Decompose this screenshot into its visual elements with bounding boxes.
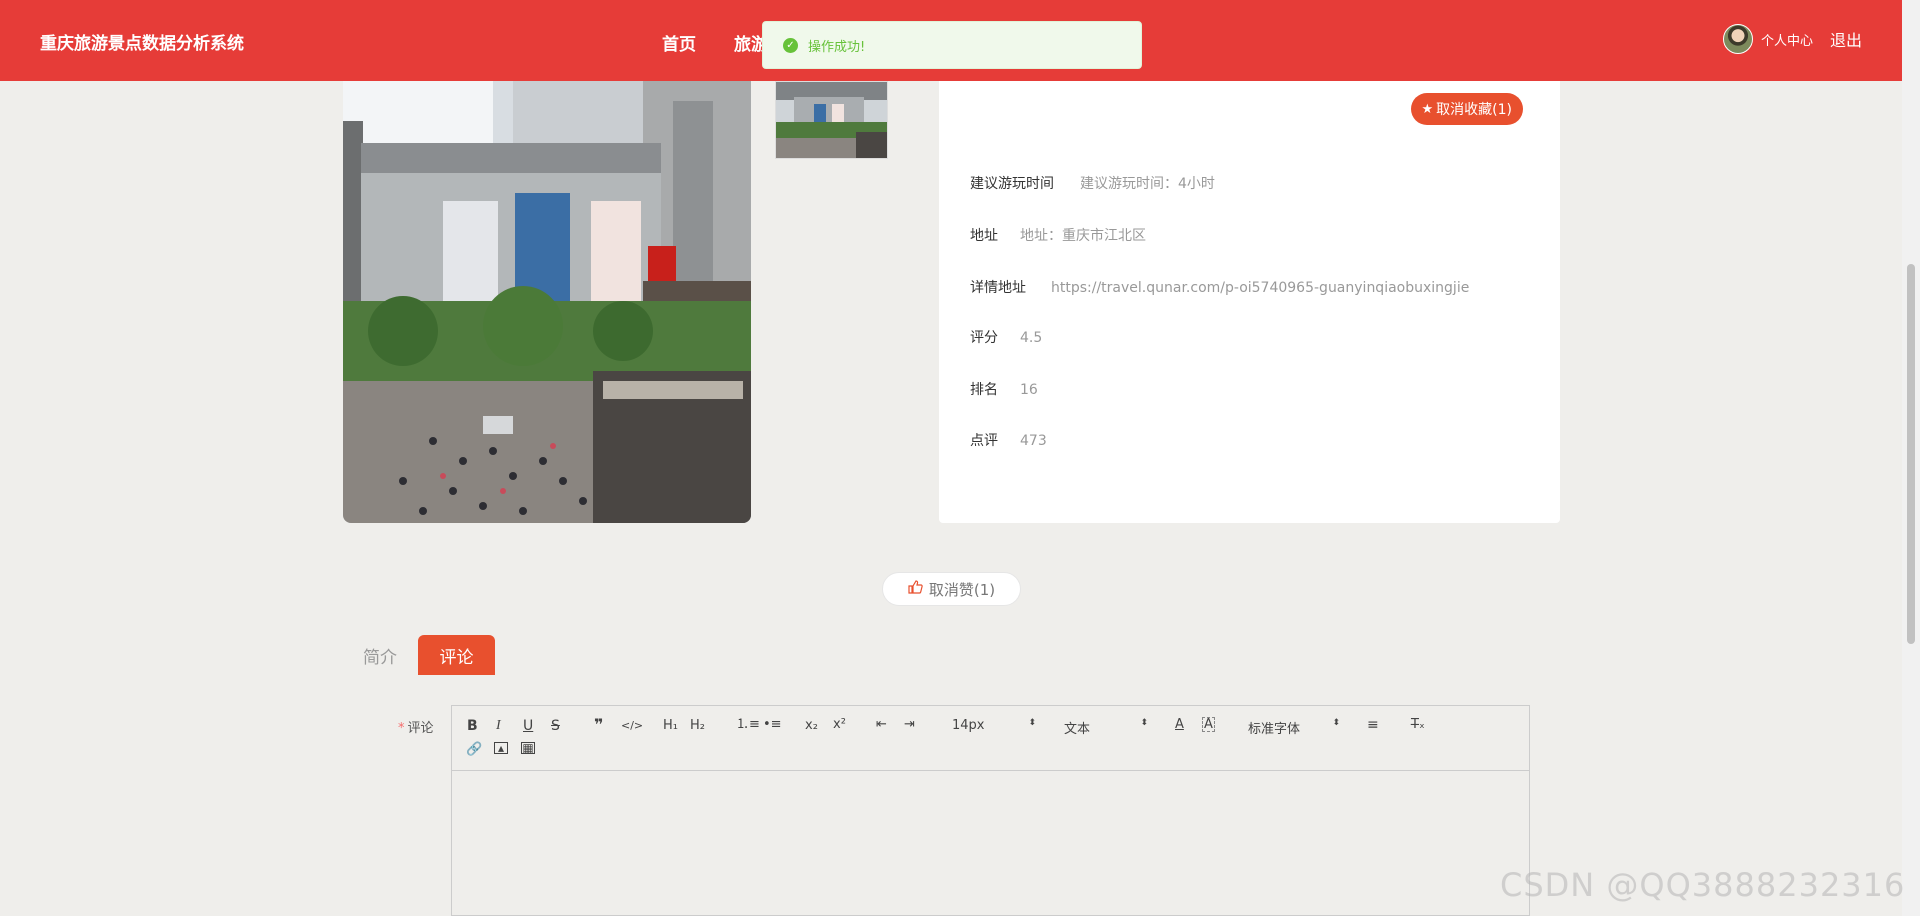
heading2-icon[interactable]: H₂ xyxy=(690,718,705,734)
block-type-select[interactable]: 文本 ⬍ xyxy=(1064,718,1148,737)
outdent-icon[interactable]: ⇤ xyxy=(876,717,887,733)
ordered-list-icon[interactable]: ⒈≡ xyxy=(736,717,760,733)
tab-comment[interactable]: 评论 xyxy=(418,635,495,675)
star-icon: ★ xyxy=(1421,101,1434,117)
check-circle-icon: ✓ xyxy=(783,37,798,53)
info-row-duration: 建议游玩时间 建议游玩时间：4小时 xyxy=(970,173,1215,193)
user-area: 个人中心 退出 xyxy=(1722,24,1902,54)
info-value: 16 xyxy=(1020,382,1038,398)
strikethrough-icon[interactable]: S xyxy=(551,718,560,734)
comment-label-text: 评论 xyxy=(407,721,434,736)
info-row-reviews: 点评 473 xyxy=(970,430,1047,450)
editor-toolbar: B I U S ❞ </> H₁ H₂ ⒈≡ •≡ x₂ x² ⇤ ⇥ 14px… xyxy=(452,706,1529,771)
scenic-photo-illustration xyxy=(343,81,751,523)
required-mark: * xyxy=(398,721,405,736)
info-label: 点评 xyxy=(970,433,998,449)
info-row-detail-url: 详情地址 https://travel.qunar.com/p-oi574096… xyxy=(970,277,1469,297)
underline-icon[interactable]: U xyxy=(523,718,533,734)
info-row-rating: 评分 4.5 xyxy=(970,327,1042,347)
clear-format-icon[interactable]: T̶ₓ xyxy=(1411,717,1425,733)
heading1-icon[interactable]: H₁ xyxy=(663,718,678,734)
subscript-icon[interactable]: x₂ xyxy=(805,718,818,734)
info-value: 473 xyxy=(1020,433,1047,449)
font-size-value: 14px xyxy=(952,718,985,733)
page-scrollbar[interactable] xyxy=(1902,0,1920,916)
scenic-info-card: ★ 取消收藏(1) 建议游玩时间 建议游玩时间：4小时 地址 地址：重庆市江北区… xyxy=(939,81,1560,523)
background-color-icon[interactable]: A xyxy=(1202,717,1215,732)
video-icon[interactable]: ▦ xyxy=(521,742,535,754)
unfavorite-button[interactable]: ★ 取消收藏(1) xyxy=(1410,93,1523,125)
info-label: 地址 xyxy=(970,228,998,244)
scenic-thumbnail[interactable] xyxy=(775,81,888,159)
code-block-icon[interactable]: </> xyxy=(621,718,643,734)
toast-message: 操作成功! xyxy=(808,39,866,55)
select-arrows-icon: ⬍ xyxy=(1140,718,1148,728)
align-icon[interactable]: ≡ xyxy=(1367,717,1379,733)
unfavorite-label: 取消收藏(1) xyxy=(1436,102,1512,118)
unlike-label: 取消赞(1) xyxy=(928,580,996,599)
superscript-icon[interactable]: x² xyxy=(833,717,846,733)
user-center-link[interactable]: 个人中心 xyxy=(1761,30,1813,49)
blockquote-icon[interactable]: ❞ xyxy=(594,717,603,733)
italic-icon[interactable]: I xyxy=(496,718,501,734)
indent-icon[interactable]: ⇥ xyxy=(904,717,915,733)
bold-icon[interactable]: B xyxy=(467,718,478,734)
info-row-rank: 排名 16 xyxy=(970,379,1038,399)
info-label: 排名 xyxy=(970,382,998,398)
link-icon[interactable]: 🔗 xyxy=(466,742,482,758)
font-family-select[interactable]: 标准字体 ⬍ xyxy=(1248,718,1340,737)
block-type-value: 文本 xyxy=(1064,722,1091,737)
detail-url-link[interactable]: https://travel.qunar.com/p-oi5740965-gua… xyxy=(1051,280,1469,296)
logout-link[interactable]: 退出 xyxy=(1830,27,1862,51)
info-value: 建议游玩时间：4小时 xyxy=(1080,176,1215,192)
nav-home[interactable]: 首页 xyxy=(662,30,696,55)
font-family-value: 标准字体 xyxy=(1248,722,1301,737)
comment-editor-area[interactable] xyxy=(452,771,1529,916)
main-nav: 首页 旅游 xyxy=(662,30,768,55)
info-label: 评分 xyxy=(970,330,998,346)
info-value: 地址：重庆市江北区 xyxy=(1020,228,1146,244)
thumbnail-illustration xyxy=(776,82,887,158)
tab-intro[interactable]: 简介 xyxy=(351,635,409,675)
site-title[interactable]: 重庆旅游景点数据分析系统 xyxy=(40,29,244,54)
text-color-icon[interactable]: A xyxy=(1175,717,1184,733)
scrollbar-thumb[interactable] xyxy=(1907,264,1915,644)
unlike-button[interactable]: 取消赞(1) xyxy=(882,572,1021,606)
image-icon[interactable]: ▴ xyxy=(494,742,508,754)
watermark: CSDN @QQ3888232316 xyxy=(1500,866,1906,904)
info-value: 4.5 xyxy=(1020,330,1043,346)
info-label: 建议游玩时间 xyxy=(970,176,1054,192)
scenic-main-photo xyxy=(343,81,751,523)
select-arrows-icon: ⬍ xyxy=(1028,718,1036,728)
comment-form-label: * 评论 xyxy=(398,717,434,736)
avatar[interactable] xyxy=(1722,24,1753,54)
bullet-list-icon[interactable]: •≡ xyxy=(763,717,782,733)
info-label: 详情地址 xyxy=(970,280,1026,296)
info-row-address: 地址 地址：重庆市江北区 xyxy=(970,225,1146,245)
thumbs-up-icon xyxy=(908,580,923,598)
font-size-select[interactable]: 14px ⬍ xyxy=(952,718,1036,733)
success-toast: ✓ 操作成功! xyxy=(762,21,1142,69)
comment-rich-text-editor: B I U S ❞ </> H₁ H₂ ⒈≡ •≡ x₂ x² ⇤ ⇥ 14px… xyxy=(451,705,1530,916)
select-arrows-icon: ⬍ xyxy=(1332,718,1340,728)
